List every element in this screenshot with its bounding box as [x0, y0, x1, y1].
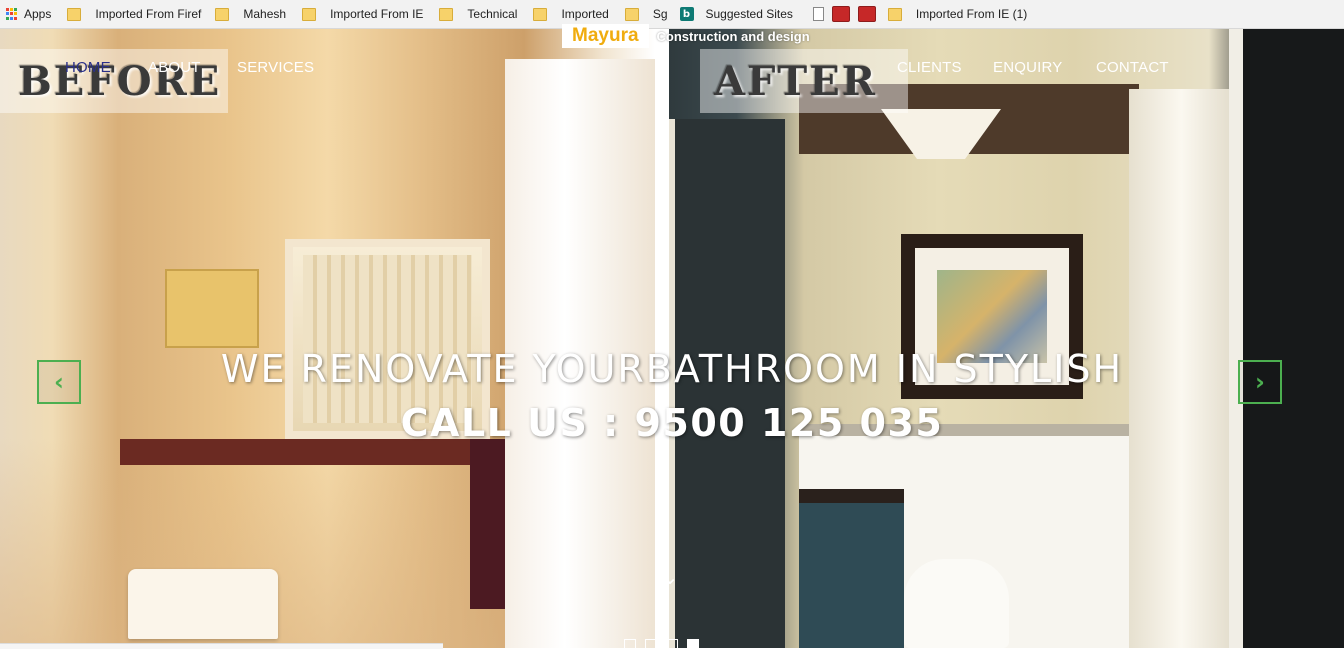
folder-icon: [439, 7, 454, 21]
bookmark-label: Imported From IE: [330, 7, 424, 21]
chevron-right-icon: ›: [1255, 368, 1265, 396]
folder-icon: [624, 7, 639, 21]
bookmark-label: Sg: [652, 7, 668, 21]
bookmark-label: Mahesh: [243, 7, 287, 21]
bookmark-label: Imported From IE (1): [915, 7, 1028, 21]
after-label: AFTER: [700, 49, 908, 113]
brand-logo[interactable]: Mayura Construction and design: [562, 24, 810, 48]
nav-services[interactable]: SERVICES: [237, 59, 314, 76]
slide-dot-active[interactable]: [687, 639, 699, 651]
bookmark-red-site-2[interactable]: [852, 0, 882, 28]
bookmark-technical[interactable]: Technical: [433, 0, 523, 28]
slider-prev-button[interactable]: ‹: [37, 360, 81, 404]
scroll-down-button[interactable]: ⌄: [658, 565, 682, 589]
nav-home[interactable]: HOME: [65, 59, 111, 76]
slider-next-button[interactable]: ›: [1238, 360, 1282, 404]
bookmark-apps[interactable]: Apps: [0, 0, 57, 28]
nav-about[interactable]: ABOUT: [148, 59, 201, 76]
slider-pagination: [624, 639, 699, 651]
folder-icon: [302, 7, 317, 21]
after-photo: [669, 29, 1344, 648]
medicine-cabinet: [165, 269, 259, 348]
vanity: [799, 489, 904, 648]
hero-slider: BEFORE AFTER WE RENOVATE YOURBATHROOM IN…: [0, 29, 1344, 648]
bing-icon: b: [679, 7, 694, 21]
toilet: [904, 559, 1009, 648]
apps-grid-icon: [6, 8, 18, 20]
nav-contact[interactable]: CONTACT: [1096, 59, 1169, 76]
brand-name: Mayura: [562, 24, 649, 48]
hero-call-text: CALL US : 9500 125 035: [400, 401, 944, 445]
brand-tagline: Construction and design: [656, 28, 810, 44]
hero-headline: WE RENOVATE YOURBATHROOM IN STYLISH: [220, 347, 1124, 391]
nav-enquiry[interactable]: ENQUIRY: [993, 59, 1062, 76]
photo-divider: [655, 29, 669, 648]
folder-icon: [533, 7, 548, 21]
bookmark-imported-from-ie[interactable]: Imported From IE: [296, 0, 429, 28]
folder-icon: [67, 7, 82, 21]
sink: [128, 569, 278, 639]
bookmark-page[interactable]: [807, 0, 830, 28]
towel: [470, 439, 508, 609]
bookmark-label: Technical: [467, 7, 518, 21]
nav-clients[interactable]: CLIENTS: [897, 59, 962, 76]
slide-dot[interactable]: [624, 639, 636, 651]
before-photo: [0, 29, 655, 648]
bookmark-red-site-1[interactable]: [830, 0, 852, 28]
page-icon: [812, 7, 824, 21]
bookmark-imported-from-ie-1[interactable]: Imported From IE (1): [882, 0, 1033, 28]
horizontal-scrollbar[interactable]: [0, 643, 443, 649]
bookmark-label: Suggested Sites: [705, 7, 793, 21]
chevron-down-icon: ⌄: [661, 565, 679, 589]
folder-icon: [215, 7, 230, 21]
bookmark-label: Apps: [24, 7, 52, 21]
slide-dot[interactable]: [666, 639, 678, 651]
bookmark-label: Imported From Firef: [95, 7, 202, 21]
bookmark-imported-from-firefox[interactable]: Imported From Firef: [61, 0, 209, 28]
folder-icon: [887, 7, 902, 21]
slide-dot[interactable]: [645, 639, 657, 651]
red-site-icon: [831, 6, 850, 22]
door: [1229, 29, 1344, 648]
chevron-left-icon: ‹: [54, 368, 64, 396]
red-site-icon: [857, 6, 876, 22]
bookmark-mahesh[interactable]: Mahesh: [209, 0, 292, 28]
bookmark-label: Imported: [561, 7, 609, 21]
